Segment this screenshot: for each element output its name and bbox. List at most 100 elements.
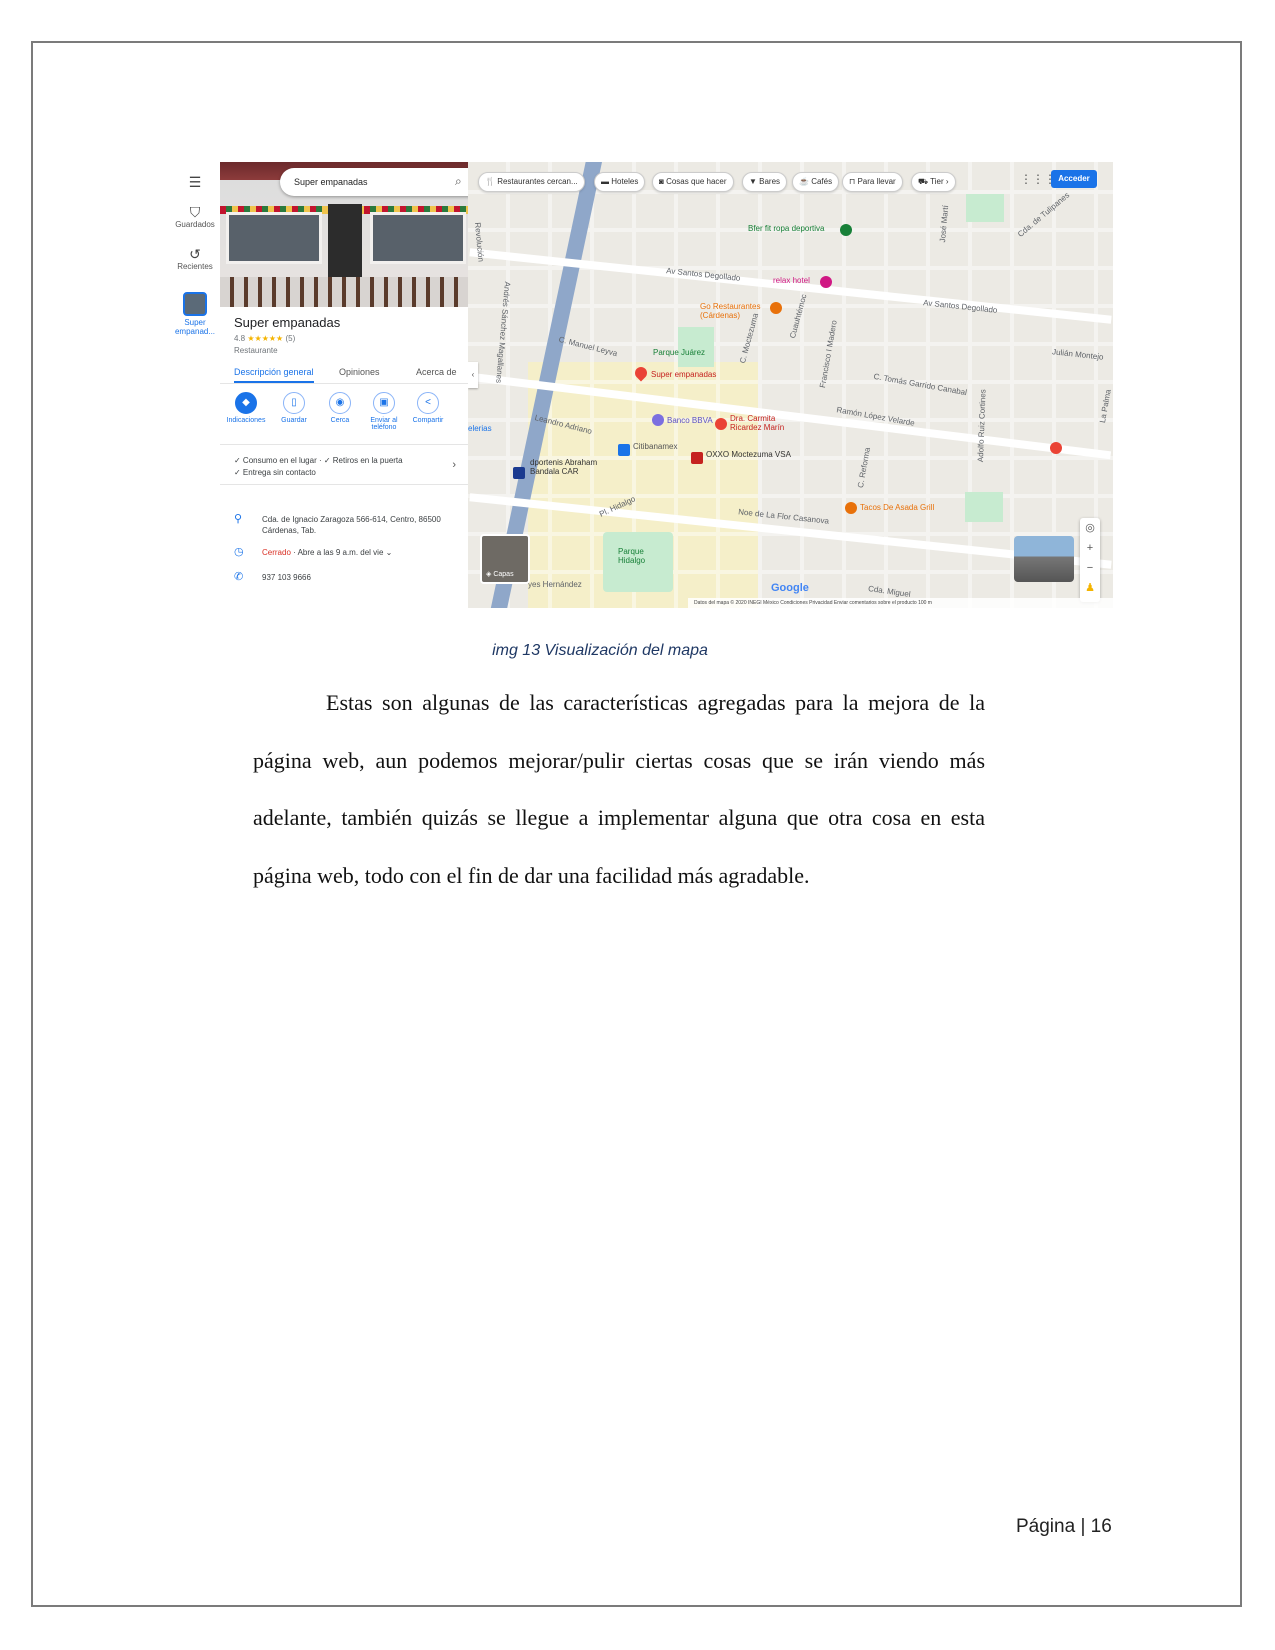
my-location-icon[interactable]: ◎: [1080, 518, 1100, 538]
place-tabs: Descripción general Opiniones Acerca de: [220, 361, 468, 384]
poi-oxxo[interactable]: OXXO Moctezuma VSA: [706, 450, 791, 459]
figure-caption: img 13 Visualización del mapa: [492, 642, 708, 659]
medical-icon: [715, 418, 727, 430]
store-icon: [691, 452, 703, 464]
hours-status: Cerrado: [262, 548, 291, 557]
chip-stores[interactable]: ⛟ Tier ›: [911, 172, 956, 192]
chip-takeout[interactable]: ⊓ Para llevar: [842, 172, 903, 192]
poi-bbva[interactable]: Banco BBVA: [667, 416, 713, 425]
chip-restaurants[interactable]: 🍴 Restaurantes cercan...: [478, 172, 585, 192]
save-button[interactable]: ▯ Guardar: [271, 392, 317, 424]
hotel-icon: ▬: [601, 177, 612, 186]
hotel-icon: [820, 276, 832, 288]
street-label: yes Hernández: [528, 580, 582, 589]
tab-about[interactable]: Acerca de: [416, 367, 457, 377]
bookmark-icon: ⛉: [189, 204, 201, 220]
poi-relax-hotel[interactable]: relax hotel: [773, 276, 810, 285]
send-to-phone-icon: ▣: [373, 392, 395, 414]
poi-dportenis[interactable]: dportenis Abraham Bandala CAR: [530, 458, 610, 476]
cocktail-icon: ▼: [749, 177, 760, 186]
location-pin-icon: ⚲: [234, 513, 243, 525]
poi-tacos[interactable]: Tacos De Asada Grill: [860, 503, 934, 512]
star-icons: ★★★★★: [247, 334, 284, 343]
maps-screenshot: ☰ ⛉ Guardados ↺ Recientes Super empanad...…: [170, 162, 1113, 608]
chip-bars[interactable]: ▼ Bares: [742, 172, 788, 192]
chip-cafes[interactable]: ☕ Cafés: [792, 172, 840, 192]
share-icon: <: [417, 392, 439, 414]
map-controls: ◎ + − ♟: [1080, 518, 1100, 602]
share-button[interactable]: < Compartir: [405, 392, 451, 424]
history-icon: ↺: [189, 246, 201, 262]
chip-hotels[interactable]: ▬ Hoteles: [594, 172, 646, 192]
restaurant-icon: [770, 302, 782, 314]
park-label: Parque Juárez: [653, 348, 706, 357]
place-thumbnail: [183, 292, 207, 316]
phone-text: 937 103 9666: [262, 573, 311, 582]
send-to-phone-button[interactable]: ▣ Enviar al teléfono: [361, 392, 407, 431]
zoom-out-button[interactable]: −: [1080, 558, 1100, 578]
poi-partial[interactable]: elerias: [468, 424, 492, 433]
shopping-icon: [840, 224, 852, 236]
phone-row[interactable]: ✆ 937 103 9666: [234, 572, 456, 584]
chevron-right-icon: ›: [452, 459, 456, 471]
address-text: Cda. de Ignacio Zaragoza 566-614, Centro…: [262, 515, 441, 535]
nearby-button[interactable]: ◉ Cerca: [317, 392, 363, 424]
place-actions: ◆ Indicaciones ▯ Guardar ◉ Cerca ▣ Enviar al…: [220, 392, 468, 442]
tab-reviews[interactable]: Opiniones: [339, 367, 380, 377]
reviews-count[interactable]: (5): [285, 334, 295, 343]
directions-button[interactable]: ◆ Indicaciones: [223, 392, 269, 424]
bank-icon: [618, 444, 630, 456]
phone-icon: ✆: [234, 571, 244, 583]
sign-in-button[interactable]: Acceder: [1051, 170, 1097, 188]
address-row[interactable]: ⚲ Cda. de Ignacio Zaragoza 566-614, Cent…: [234, 514, 456, 538]
nearby-icon: ◉: [329, 392, 351, 414]
cart-icon: ⛟: [918, 177, 931, 186]
hospital-icon: [1050, 442, 1062, 454]
maps-rail: ☰ ⛉ Guardados ↺ Recientes Super empanad...: [170, 162, 220, 608]
restaurant-icon: [845, 502, 857, 514]
chevron-right-icon: ›: [945, 177, 949, 186]
pegman-icon[interactable]: ♟: [1080, 578, 1100, 598]
place-panel: Super empanadas ⌕ ✕ Super empanadas 4.8 …: [220, 162, 508, 608]
street-view-thumbnail[interactable]: [1014, 536, 1074, 582]
search-input[interactable]: Super empanadas: [294, 177, 368, 187]
service-options[interactable]: ✓ Consumo en el lugar · ✓ Retiros en la …: [234, 455, 456, 479]
recent-button[interactable]: ↺ Recientes: [170, 246, 220, 271]
recent-place-thumb[interactable]: Super empanad...: [170, 292, 220, 336]
camera-icon: ◙: [659, 177, 667, 186]
hours-detail: · Abre a las 9 a.m. del vie: [290, 548, 384, 557]
hamburger-icon: ☰: [188, 174, 202, 190]
bank-icon: [652, 414, 664, 426]
collapse-panel-button[interactable]: ‹: [468, 362, 478, 388]
coffee-icon: ☕: [799, 177, 812, 186]
chevron-left-icon: ‹: [471, 370, 475, 379]
restaurant-icon: 🍴: [485, 177, 498, 186]
saved-button[interactable]: ⛉ Guardados: [170, 204, 220, 229]
poi-go-restaurantes[interactable]: Go Restaurantes (Cárdenas): [700, 302, 768, 320]
parque-juarez-area: [678, 327, 714, 367]
directions-icon: ◆: [235, 392, 257, 414]
poi-dra-carmita[interactable]: Dra. Carmita Ricardez Marín: [730, 414, 800, 432]
google-logo: Google: [771, 582, 809, 594]
chevron-down-icon: ⌄: [385, 548, 393, 557]
store-icon: [513, 467, 525, 479]
park-label: Parque Hidalgo: [618, 547, 646, 565]
page-number: Página | 16: [1016, 1516, 1112, 1537]
map-footer: Datos del mapa © 2020 INEGI México Condi…: [688, 598, 1113, 608]
poi-citibanamex[interactable]: Citibanamex: [633, 442, 677, 451]
place-category: Restaurante: [234, 346, 278, 355]
tab-overview[interactable]: Descripción general: [234, 367, 314, 383]
poi-bfer[interactable]: Bfer fit ropa deportiva: [748, 224, 824, 233]
place-name: Super empanadas: [234, 315, 341, 330]
search-icon[interactable]: ⌕: [455, 174, 462, 189]
layers-button[interactable]: ◈ Capas: [480, 534, 530, 584]
menu-button[interactable]: ☰: [170, 174, 220, 190]
bookmark-icon: ▯: [283, 392, 305, 414]
chip-things-to-do[interactable]: ◙ Cosas que hacer: [652, 172, 734, 192]
map-canvas[interactable]: Av Santos Degollado Av Santos Degollado …: [468, 162, 1113, 608]
hours-row[interactable]: ◷ Cerrado · Abre a las 9 a.m. del vie ⌄: [234, 547, 456, 559]
zoom-in-button[interactable]: +: [1080, 538, 1100, 558]
clock-icon: ◷: [234, 546, 244, 558]
poi-super-empanadas[interactable]: Super empanadas: [651, 370, 716, 379]
place-rating: 4.8 ★★★★★ (5): [234, 334, 296, 343]
